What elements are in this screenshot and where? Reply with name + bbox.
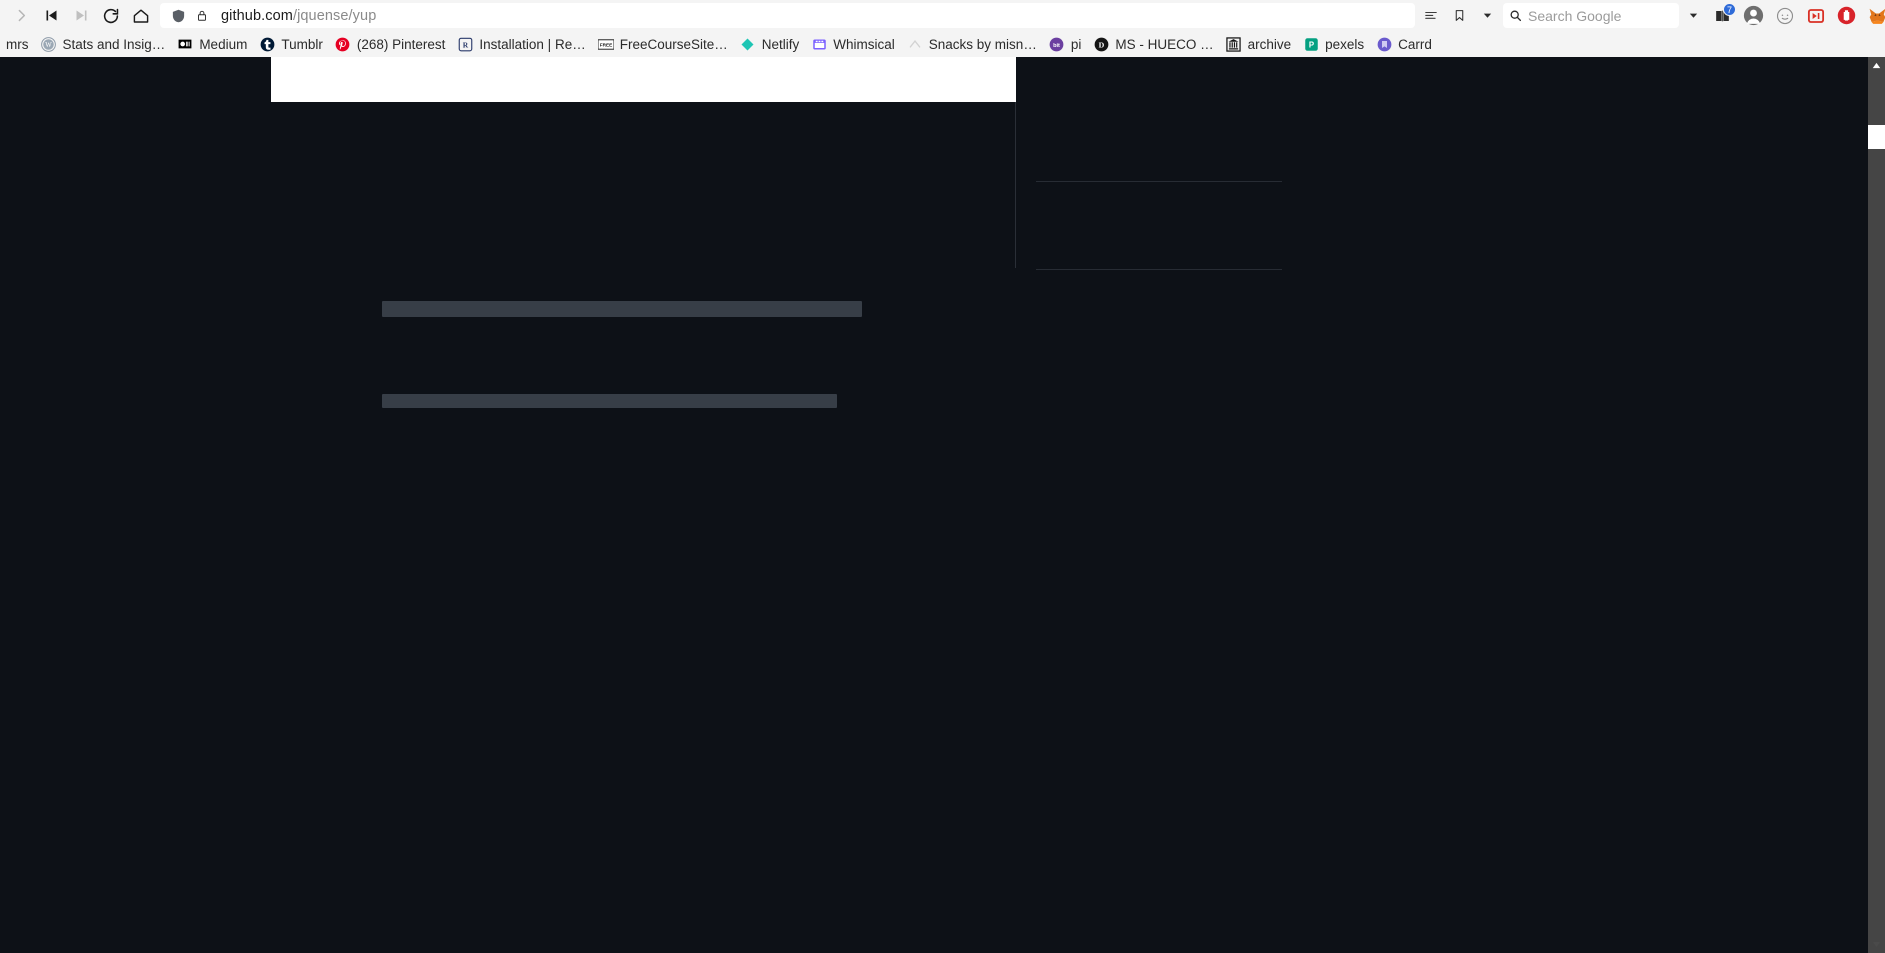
video-downloader-icon[interactable] — [1800, 3, 1831, 29]
bookmark-item[interactable]: Carrd — [1370, 33, 1438, 55]
tumblr-icon — [259, 36, 275, 52]
home-icon[interactable] — [126, 3, 156, 29]
reading-mode-badge: 7 — [1723, 2, 1736, 16]
free-badge-icon: FREE — [597, 36, 614, 52]
bookmark-label: FreeCourseSite… — [619, 36, 728, 52]
browser-chrome: github.com/jquense/yup Search Google 7 m… — [0, 0, 1885, 57]
bookmark-label: Stats and Insig… — [62, 36, 166, 52]
archive-icon — [1226, 36, 1242, 52]
pexels-icon: P — [1303, 36, 1319, 52]
bookmark-label: pi — [1070, 36, 1082, 52]
toolbar-right-icons — [1417, 3, 1501, 29]
skeleton-bar-secondary — [382, 394, 837, 408]
bookmark-item[interactable]: (268) Pinterest — [329, 33, 452, 55]
extension-icons: 7 G文 — [1707, 2, 1885, 29]
carrd-icon — [1376, 36, 1392, 52]
sidebar-divider-top — [1036, 181, 1282, 182]
bookmark-label: Snacks by misn… — [928, 36, 1037, 52]
address-bar[interactable]: github.com/jquense/yup — [160, 3, 1415, 28]
disney-d-icon: D — [1093, 36, 1109, 52]
svg-text:P: P — [1309, 40, 1314, 49]
whimsical-icon — [811, 36, 827, 52]
bookmark-item[interactable]: Whimsical — [805, 33, 901, 55]
medium-icon — [177, 36, 193, 52]
bookmark-item[interactable]: P pexels — [1297, 33, 1370, 55]
bookmark-item[interactable]: Snacks by misn… — [901, 33, 1043, 55]
bookmark-item[interactable]: bit pi — [1043, 33, 1088, 55]
pinterest-icon — [335, 36, 351, 52]
bookmarks-bar: mrs W Stats and Insig… Medium Tumblr (26… — [0, 31, 1885, 57]
scroll-thumb[interactable] — [1868, 125, 1885, 149]
bookmark-item[interactable]: R Installation | Re… — [451, 33, 591, 55]
chevron-down-icon[interactable] — [1473, 3, 1501, 29]
bookmark-label: MS - HUECO … — [1115, 36, 1214, 52]
bookmark-label: Netlify — [761, 36, 800, 52]
svg-text:FREE: FREE — [599, 42, 612, 47]
svg-text:D: D — [1099, 40, 1105, 49]
search-placeholder: Search Google — [1528, 7, 1622, 24]
bookmark-item[interactable]: FREE FreeCourseSite… — [592, 33, 734, 55]
search-box[interactable]: Search Google — [1503, 3, 1679, 28]
bookmark-label: mrs — [6, 36, 29, 52]
bit-icon: bit — [1049, 36, 1065, 52]
scrollbar-gutter — [1856, 57, 1868, 953]
bookmark-label: Installation | Re… — [479, 36, 586, 52]
bookmark-label: pexels — [1325, 36, 1365, 52]
bookmark-label: archive — [1247, 36, 1292, 52]
messenger-icon[interactable] — [1769, 3, 1800, 29]
page-viewport — [0, 57, 1885, 953]
search-engine-chevron-icon[interactable] — [1679, 3, 1707, 29]
bookmark-label: Medium — [199, 36, 248, 52]
skeleton-bar-primary — [382, 301, 862, 317]
bookmark-label: Carrd — [1398, 36, 1432, 52]
sidebar-divider-bottom — [1036, 269, 1282, 270]
bookmark-label: Whimsical — [833, 36, 895, 52]
bookmark-item[interactable]: Tumblr — [253, 33, 329, 55]
adblock-icon[interactable] — [1831, 3, 1862, 29]
chevron-up-icon — [907, 36, 923, 52]
unloaded-header-block — [271, 57, 1016, 102]
bookmark-item[interactable]: archive — [1220, 33, 1298, 55]
profile-avatar[interactable] — [1738, 3, 1769, 29]
url-domain: github.com — [221, 7, 293, 24]
padlock-icon[interactable] — [190, 5, 214, 27]
bookmark-item[interactable]: Medium — [171, 33, 253, 55]
bookmark-item[interactable]: mrs — [0, 33, 35, 55]
reading-list-icon[interactable] — [1417, 3, 1445, 29]
reload-icon[interactable] — [96, 3, 126, 29]
shield-icon[interactable] — [166, 5, 190, 27]
redux-icon: R — [457, 36, 473, 52]
forward-nav-icon[interactable] — [6, 3, 36, 29]
svg-text:R: R — [463, 40, 469, 49]
url-path: /jquense/yup — [292, 7, 377, 24]
scroll-down-arrow[interactable] — [1868, 936, 1885, 953]
bookmark-item[interactable]: W Stats and Insig… — [35, 33, 172, 55]
scroll-up-arrow[interactable] — [1868, 57, 1885, 74]
svg-text:W: W — [45, 42, 52, 49]
reading-mode-icon[interactable]: 7 — [1707, 2, 1738, 29]
search-icon — [1510, 10, 1522, 22]
metamask-fox-icon[interactable] — [1862, 3, 1885, 29]
fast-forward-icon[interactable] — [66, 3, 96, 29]
bookmark-icon[interactable] — [1445, 3, 1473, 29]
page-scrollbar[interactable] — [1868, 57, 1885, 953]
rewind-to-start-icon[interactable] — [36, 3, 66, 29]
wordpress-icon: W — [41, 36, 57, 52]
svg-text:bit: bit — [1053, 42, 1060, 48]
bookmark-item[interactable]: D MS - HUECO … — [1087, 33, 1219, 55]
sidebar-vertical-divider — [1015, 102, 1016, 268]
bookmark-item[interactable]: Netlify — [734, 33, 806, 55]
url-text[interactable]: github.com/jquense/yup — [221, 8, 376, 24]
bookmark-label: (268) Pinterest — [356, 36, 446, 52]
netlify-icon — [740, 36, 756, 52]
browser-toolbar: github.com/jquense/yup Search Google 7 — [0, 0, 1885, 31]
bookmark-label: Tumblr — [281, 36, 323, 52]
